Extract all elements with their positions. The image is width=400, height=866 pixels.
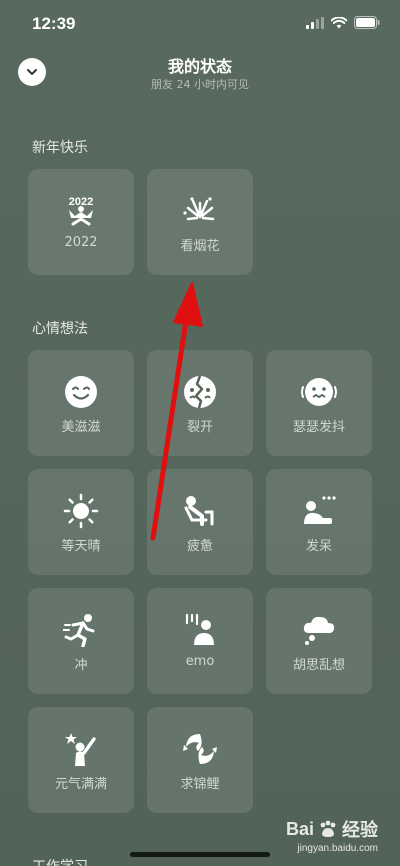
- new-year-2022-icon: 2022: [28, 191, 134, 231]
- section-title-mood: 心情想法: [32, 321, 88, 337]
- status-tile-2022[interactable]: 2022 2022: [28, 169, 134, 275]
- daydream-icon: [266, 491, 372, 531]
- page-subtitle: 朋友 24 小时内可见: [151, 78, 249, 91]
- status-tile-waiting-sun[interactable]: 等天晴: [28, 469, 134, 575]
- emo-person-icon: [147, 610, 253, 650]
- status-tile-emo[interactable]: emo: [147, 588, 253, 694]
- tile-label: 美滋滋: [61, 420, 101, 435]
- tile-label: emo: [185, 654, 215, 669]
- page-title: 我的状态: [167, 57, 232, 76]
- watermark-suffix: 经验: [342, 820, 378, 840]
- signal-icon: [306, 16, 324, 29]
- paw-icon: [320, 820, 336, 837]
- status-tile-rush[interactable]: 冲: [28, 588, 134, 694]
- energetic-icon: [28, 729, 134, 769]
- status-icons: [306, 16, 380, 29]
- section-title-work-study: 工作学习: [32, 856, 88, 866]
- tile-label: 元气满满: [54, 777, 107, 792]
- tired-person-icon: [147, 491, 253, 531]
- koi-icon: [147, 729, 253, 769]
- tile-label: 冲: [74, 658, 88, 673]
- tile-label: 2022: [64, 235, 98, 250]
- tile-label: 看烟花: [180, 239, 220, 254]
- status-tile-tired[interactable]: 疲惫: [147, 469, 253, 575]
- status-tile-cracked[interactable]: 裂开: [147, 350, 253, 456]
- tile-label: 胡思乱想: [292, 658, 345, 673]
- tile-label: 发呆: [305, 539, 332, 554]
- tile-label: 裂开: [186, 420, 213, 435]
- status-tile-energetic[interactable]: 元气满满: [28, 707, 134, 813]
- tile-label: 疲惫: [186, 539, 213, 554]
- status-bar: 12:39: [0, 0, 400, 48]
- section-title-new-year: 新年快乐: [32, 140, 88, 156]
- status-tile-daydream[interactable]: 发呆: [266, 469, 372, 575]
- status-time: 12:39: [32, 14, 76, 33]
- status-tile-overthinking[interactable]: 胡思乱想: [266, 588, 372, 694]
- tile-label: 求锦鲤: [180, 777, 220, 792]
- status-tile-shivering[interactable]: 瑟瑟发抖: [266, 350, 372, 456]
- fireworks-icon: [147, 191, 253, 231]
- thought-cloud-icon: [266, 610, 372, 650]
- watermark-brand: Bai: [285, 818, 314, 839]
- baidu-jingyan-watermark: Bai 经验 jingyan.baidu.com: [285, 816, 378, 855]
- home-indicator[interactable]: [130, 852, 270, 857]
- shivering-face-icon: [266, 372, 372, 412]
- status-tile-koi[interactable]: 求锦鲤: [147, 707, 253, 813]
- tile-label: 瑟瑟发抖: [292, 420, 345, 435]
- cracked-face-icon: [147, 372, 253, 412]
- tile-label: 等天晴: [61, 539, 101, 554]
- wifi-icon: [331, 16, 347, 28]
- battery-icon: [354, 16, 380, 29]
- status-tile-fireworks[interactable]: 看烟花: [147, 169, 253, 275]
- sun-icon: [28, 491, 134, 531]
- running-icon: [28, 610, 134, 650]
- smiley-icon: [28, 372, 134, 412]
- watermark-url: jingyan.baidu.com: [297, 843, 378, 854]
- status-tile-happy[interactable]: 美滋滋: [28, 350, 134, 456]
